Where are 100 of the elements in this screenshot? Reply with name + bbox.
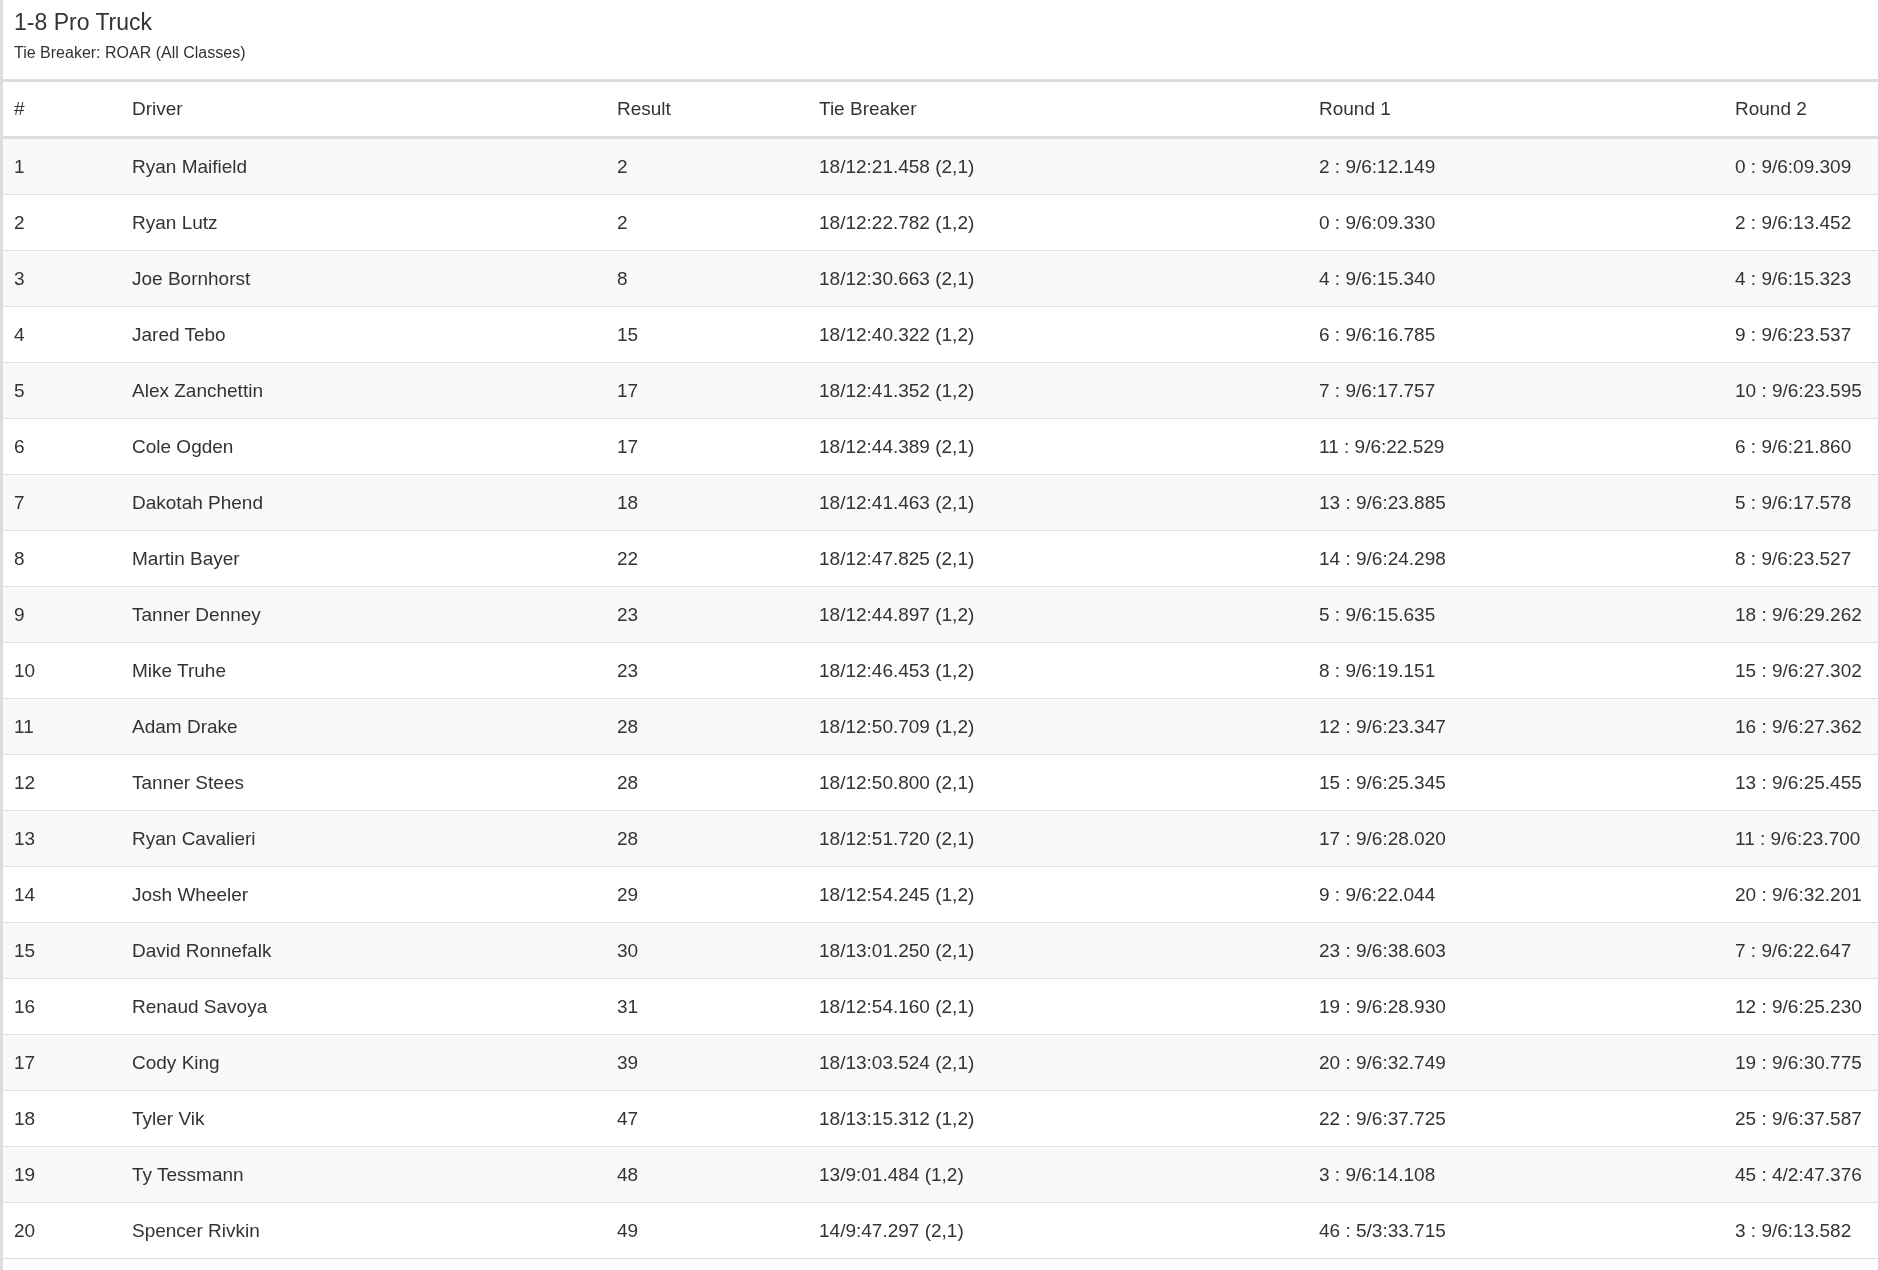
table-cell-text: 4 : 9/6:15.323 — [1735, 267, 1853, 290]
table-cell-text: 8 : 9/6:23.527 — [1735, 547, 1853, 570]
table-cell-text: Jared Tebo — [132, 323, 227, 346]
table-cell-text: 14/9:47.297 (2,1) — [819, 1219, 965, 1242]
table-cell-text: 18/12:51.720 (2,1) — [819, 827, 976, 850]
column-header: Result — [617, 98, 672, 120]
table-cell-text: 0 : 9/6:09.309 — [1735, 155, 1853, 178]
table-cell-text: 31 — [617, 995, 640, 1018]
table-cell-text: Ryan Lutz — [132, 211, 219, 234]
table-cell-text: 5 : 9/6:17.578 — [1735, 491, 1853, 514]
table-cell-text: 9 : 9/6:22.044 — [1319, 883, 1437, 906]
column-header: Round 2 — [1735, 98, 1808, 120]
table-cell-text: 16 — [14, 995, 37, 1018]
table-cell-text: Cody King — [132, 1051, 221, 1074]
table-cell-text: 18/12:22.782 (1,2) — [819, 211, 976, 234]
table-cell-text: 4 : 9/6:15.340 — [1319, 267, 1437, 290]
table-cell-text: 19 : 9/6:30.775 — [1735, 1051, 1863, 1074]
table-cell-text: 14 — [14, 883, 37, 906]
table-cell-text: 18/12:54.245 (1,2) — [819, 883, 976, 906]
table-cell-text: 23 : 9/6:38.603 — [1319, 939, 1447, 962]
table-cell-text: 9 : 9/6:23.537 — [1735, 323, 1853, 346]
table-cell-text: 2 : 9/6:13.452 — [1735, 211, 1853, 234]
table-cell-text: 6 : 9/6:16.785 — [1319, 323, 1437, 346]
table-cell-text: 15 — [617, 323, 640, 346]
table-cell-text: 1 — [14, 155, 26, 178]
table-cell-text: 16 : 9/6:27.362 — [1735, 715, 1863, 738]
table-cell-text: 18/12:54.160 (2,1) — [819, 995, 976, 1018]
table-cell-text: 18/12:21.458 (2,1) — [819, 155, 976, 178]
table-cell-text: 7 — [14, 491, 26, 514]
table-cell-text: 25 : 9/6:37.587 — [1735, 1107, 1863, 1130]
table-cell-text: 11 : 9/6:23.700 — [1735, 827, 1862, 850]
table-cell-text: 20 — [14, 1219, 37, 1242]
table-cell-text: 19 : 9/6:28.930 — [1319, 995, 1447, 1018]
table-cell-text: 18/12:41.352 (1,2) — [819, 379, 976, 402]
column-header: # — [14, 98, 26, 120]
table-cell-text: Renaud Savoya — [132, 995, 269, 1018]
table-cell-text: 18/12:47.825 (2,1) — [819, 547, 976, 570]
table-cell-text: 15 — [14, 939, 37, 962]
table-cell-text: 47 — [617, 1107, 640, 1130]
column-header: Tie Breaker — [819, 98, 918, 120]
class-title: 1-8 Pro Truck — [14, 8, 154, 36]
table-cell-text: 6 — [14, 435, 26, 458]
table-cell-text: 12 — [14, 771, 37, 794]
table-cell-text: 8 — [617, 267, 629, 290]
table-cell-text: 4 — [14, 323, 26, 346]
table-cell-text: 8 — [14, 547, 26, 570]
table-cell-text: Tanner Denney — [132, 603, 262, 626]
table-cell-text: 18/12:40.322 (1,2) — [819, 323, 976, 346]
table-cell-text: 18/12:46.453 (1,2) — [819, 659, 976, 682]
table-cell-text: 9 — [14, 603, 26, 626]
table-cell-text: 18/13:03.524 (2,1) — [819, 1051, 976, 1074]
table-cell-text: 20 : 9/6:32.749 — [1319, 1051, 1447, 1074]
table-cell-text: 19 — [14, 1163, 37, 1186]
table-cell-text: 12 : 9/6:25.230 — [1735, 995, 1863, 1018]
table-cell-text: Dakotah Phend — [132, 491, 264, 514]
table-cell-text: 3 : 9/6:14.108 — [1319, 1163, 1437, 1186]
table-cell-text: Ryan Maifield — [132, 155, 249, 178]
table-cell-text: Ty Tessmann — [132, 1163, 245, 1186]
table-cell-text: Ryan Cavalieri — [132, 827, 257, 850]
table-cell-text: 17 : 9/6:28.020 — [1319, 827, 1447, 850]
table-cell-text: 28 — [617, 771, 640, 794]
table-cell-text: 18/12:50.709 (1,2) — [819, 715, 976, 738]
table-cell-text: 18/13:01.250 (2,1) — [819, 939, 976, 962]
table-cell-text: Tyler Vik — [132, 1107, 206, 1130]
table-cell-text: 11 — [14, 715, 35, 738]
table-cell-text: 18/12:44.897 (1,2) — [819, 603, 976, 626]
table-cell-text: 15 : 9/6:27.302 — [1735, 659, 1863, 682]
table-cell-text: 46 : 5/3:33.715 — [1319, 1219, 1447, 1242]
table-cell-text: 13 : 9/6:23.885 — [1319, 491, 1447, 514]
table-cell-text: David Ronnefalk — [132, 939, 273, 962]
table-cell-text: Josh Wheeler — [132, 883, 250, 906]
table-cell-text: 18/12:44.389 (2,1) — [819, 435, 976, 458]
table-cell-text: 7 : 9/6:17.757 — [1319, 379, 1437, 402]
table-cell-text: 28 — [617, 715, 640, 738]
table-cell-text: 2 : 9/6:12.149 — [1319, 155, 1437, 178]
table-cell-text: 30 — [617, 939, 640, 962]
table-cell-text: 39 — [617, 1051, 640, 1074]
table-cell-text: 18/13:15.312 (1,2) — [819, 1107, 976, 1130]
table-cell-text: Alex Zanchettin — [132, 379, 264, 402]
table-cell-text: 22 : 9/6:37.725 — [1319, 1107, 1447, 1130]
table-cell-text: Tanner Stees — [132, 771, 245, 794]
column-header: Round 1 — [1319, 98, 1392, 120]
table-cell-text: Joe Bornhorst — [132, 267, 252, 290]
table-cell-text: 7 : 9/6:22.647 — [1735, 939, 1853, 962]
table-cell-text: 2 — [617, 155, 629, 178]
table-cell-text: 12 : 9/6:23.347 — [1319, 715, 1447, 738]
table-cell-text: 23 — [617, 603, 640, 626]
table-cell-text: Cole Ogden — [132, 435, 235, 458]
table-cell-text: 15 : 9/6:25.345 — [1319, 771, 1447, 794]
table-cell-text: 2 — [617, 211, 629, 234]
table-cell-text: 6 : 9/6:21.860 — [1735, 435, 1853, 458]
table-cell-text: 23 — [617, 659, 640, 682]
table-cell-text: 18 — [617, 491, 640, 514]
table-cell-text: 14 : 9/6:24.298 — [1319, 547, 1447, 570]
table-cell-text: 5 : 9/6:15.635 — [1319, 603, 1437, 626]
tie-breaker-note: Tie Breaker: ROAR (All Classes) — [14, 44, 247, 62]
table-cell-text: 0 : 9/6:09.330 — [1319, 211, 1437, 234]
table-cell-text: 28 — [617, 827, 640, 850]
table-cell-text: 45 : 4/2:47.376 — [1735, 1163, 1863, 1186]
table-cell-text: 18 : 9/6:29.262 — [1735, 603, 1863, 626]
